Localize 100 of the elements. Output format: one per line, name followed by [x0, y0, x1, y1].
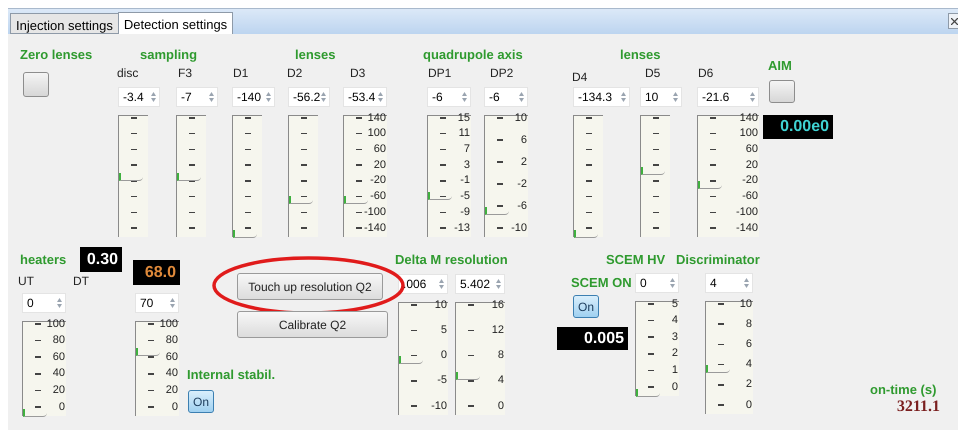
- tick-mark: [440, 148, 446, 150]
- slider-thumb[interactable]: [289, 196, 313, 204]
- slider-track[interactable]: [176, 115, 206, 237]
- spinner-icon[interactable]: [749, 90, 756, 104]
- spinner-icon[interactable]: [495, 277, 502, 291]
- slider-track[interactable]: 16 12 8 4 0: [455, 302, 505, 415]
- tick-mark: [35, 373, 41, 375]
- spinner-icon[interactable]: [265, 90, 272, 104]
- tab[interactable]: Injection settings: [10, 13, 119, 34]
- tick-label: -20: [741, 175, 758, 186]
- number-field[interactable]: -56.2: [288, 87, 330, 107]
- tick-mark: [356, 117, 362, 119]
- tick-label: 5: [670, 298, 678, 310]
- spinner-icon[interactable]: [169, 296, 176, 310]
- slider-track[interactable]: 140 100 60 20 -20 -60 -100 -140: [697, 115, 759, 237]
- slider-thumb[interactable]: [485, 207, 509, 216]
- toggle-button[interactable]: On: [573, 295, 599, 318]
- tick-label: 2: [520, 156, 527, 168]
- slider-track[interactable]: [573, 115, 603, 237]
- number-field[interactable]: -6: [427, 87, 471, 107]
- tick-label: 8: [496, 350, 504, 361]
- tick-mark: [586, 117, 592, 119]
- tick-label: 0: [58, 402, 65, 412]
- number-field[interactable]: 70: [135, 293, 179, 313]
- push-button[interactable]: Touch up resolution Q2: [237, 273, 383, 300]
- control-label: D5: [645, 65, 660, 82]
- tick-label: -100: [734, 206, 758, 218]
- spinner-icon[interactable]: [150, 90, 157, 104]
- slider-track[interactable]: [640, 115, 670, 237]
- number-field[interactable]: 0: [22, 293, 66, 313]
- slider-track[interactable]: 5 4 3 2 1 0: [635, 301, 679, 396]
- tick-label: 60: [744, 144, 758, 155]
- spinner-icon[interactable]: [669, 276, 676, 290]
- spinner-icon[interactable]: [518, 90, 525, 104]
- number-field[interactable]: 4: [705, 273, 753, 293]
- slider-thumb[interactable]: [636, 389, 660, 397]
- slider-track[interactable]: 100 80 60 40 20 0: [22, 321, 66, 416]
- slider-track[interactable]: 10 8 6 4 2 0: [705, 301, 753, 414]
- spinner-icon[interactable]: [461, 90, 468, 104]
- slider-thumb[interactable]: [23, 409, 47, 417]
- spinner-icon[interactable]: [208, 90, 215, 104]
- number-field[interactable]: 10: [640, 87, 682, 107]
- number-field[interactable]: -6: [484, 87, 528, 107]
- display-value: 0.005: [584, 330, 624, 346]
- slider-thumb[interactable]: [574, 230, 598, 238]
- slider-thumb[interactable]: [233, 230, 257, 238]
- close-icon: [951, 18, 958, 24]
- display-value: 0.30: [86, 252, 118, 268]
- slider-track[interactable]: [118, 115, 148, 237]
- slider-thumb[interactable]: [136, 348, 160, 356]
- slider-track[interactable]: [232, 115, 262, 237]
- slider-track[interactable]: 10 6 2 -2 -6 -10: [484, 115, 528, 237]
- toggle-button[interactable]: On: [188, 390, 214, 413]
- slider-thumb[interactable]: [641, 167, 665, 176]
- slider-track[interactable]: 10 5 0 -5 -10: [398, 302, 448, 415]
- tick-label: -9: [459, 206, 470, 218]
- slider-thumb[interactable]: [177, 173, 201, 181]
- spinner-icon[interactable]: [620, 90, 627, 104]
- slider-track[interactable]: [288, 115, 318, 237]
- tick-mark: [710, 132, 716, 134]
- spinner-icon[interactable]: [743, 276, 750, 290]
- tick-label: 20: [52, 384, 65, 396]
- push-button[interactable]: Calibrate Q2: [237, 311, 388, 338]
- number-field[interactable]: 0: [635, 273, 679, 293]
- slider-thumb[interactable]: [706, 365, 730, 373]
- tick-mark: [301, 212, 307, 214]
- slider-track[interactable]: 15 11 7 3 -1 -5 -9 -13: [427, 115, 471, 237]
- number-field[interactable]: -134.3: [573, 87, 630, 107]
- square-button[interactable]: [23, 72, 49, 97]
- tick-mark: [301, 180, 307, 182]
- slider-thumb[interactable]: [399, 356, 423, 364]
- square-button[interactable]: [769, 80, 795, 103]
- tick-label: -13: [453, 222, 470, 234]
- slider-track[interactable]: 140 100 60 20 -20 -60 -100 -140: [343, 115, 387, 237]
- spinner-icon[interactable]: [438, 277, 445, 291]
- number-field[interactable]: 5.402: [455, 274, 505, 294]
- spinner-icon[interactable]: [377, 90, 384, 104]
- tick-label: 0: [440, 350, 447, 361]
- tick-mark: [356, 196, 362, 198]
- number-field[interactable]: -53.4: [343, 87, 387, 107]
- slider-thumb[interactable]: [119, 173, 143, 181]
- tick-mark: [468, 330, 474, 331]
- slider-thumb[interactable]: [698, 180, 722, 189]
- spinner-icon[interactable]: [56, 296, 63, 310]
- number-field[interactable]: -21.6: [697, 87, 759, 107]
- number-field[interactable]: -7: [176, 87, 218, 107]
- spinner-icon[interactable]: [672, 90, 679, 104]
- tick-mark: [653, 180, 659, 182]
- spinner-icon[interactable]: [320, 90, 327, 104]
- tab[interactable]: Detection settings: [118, 12, 234, 34]
- number-field[interactable]: .006: [398, 274, 448, 294]
- slider-thumb[interactable]: [456, 372, 480, 380]
- slider-thumb[interactable]: [428, 192, 452, 200]
- tick-mark: [648, 303, 654, 305]
- tick-mark: [356, 227, 362, 229]
- number-field[interactable]: -3.4: [118, 87, 160, 107]
- number-field[interactable]: -140: [232, 87, 275, 107]
- tick-label: 12: [490, 324, 504, 336]
- slider-thumb[interactable]: [344, 196, 368, 204]
- slider-track[interactable]: 100 80 60 40 20 0: [135, 321, 179, 416]
